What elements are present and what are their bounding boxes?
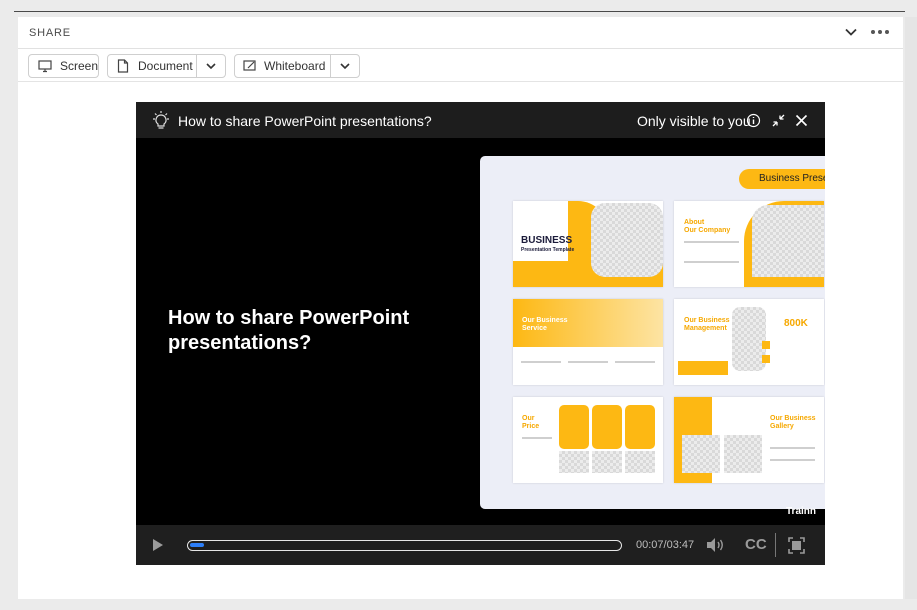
captions-button[interactable]: CC bbox=[745, 536, 767, 553]
slide-thumbnail: Our Business Service bbox=[513, 299, 663, 385]
slide-title: BUSINESS bbox=[521, 235, 573, 246]
price-card bbox=[592, 405, 622, 449]
visibility-label: Only visible to you bbox=[637, 113, 751, 129]
slide-thumbnail: Our Price bbox=[513, 397, 663, 483]
price-card bbox=[625, 405, 655, 449]
image-placeholder bbox=[752, 205, 824, 277]
more-icon[interactable] bbox=[870, 24, 890, 40]
slide-title: Our bbox=[522, 415, 535, 422]
chevron-down-icon bbox=[340, 63, 350, 70]
whiteboard-button[interactable]: Whiteboard bbox=[235, 55, 330, 77]
top-divider bbox=[14, 11, 905, 12]
image-placeholder bbox=[592, 451, 622, 473]
slide-thumbnail: Our Business Gallery bbox=[674, 397, 824, 483]
video-overlay-title: How to share PowerPoint presentations? bbox=[168, 307, 410, 354]
image-placeholder bbox=[559, 451, 589, 473]
slide-title: Our Business bbox=[684, 317, 730, 324]
image-placeholder bbox=[724, 435, 762, 473]
image-placeholder bbox=[625, 451, 655, 473]
time-display: 00:07/03:47 bbox=[636, 539, 695, 551]
document-icon bbox=[117, 59, 129, 73]
slide-accent bbox=[678, 361, 728, 375]
document-label: Document bbox=[138, 59, 193, 73]
slide-thumbnail: Our Business Management 800K bbox=[674, 299, 824, 385]
controls-divider bbox=[775, 533, 776, 557]
brand-watermark: Trainn bbox=[786, 506, 817, 517]
whiteboard-dropdown-button[interactable] bbox=[331, 55, 359, 77]
video-controls: 00:07/03:47 CC bbox=[136, 525, 825, 565]
document-dropdown-button[interactable] bbox=[197, 55, 225, 77]
text-lines bbox=[770, 459, 815, 461]
presentation-pill: Business Prese bbox=[739, 169, 825, 189]
screen-label: Screen bbox=[60, 59, 99, 73]
seek-progress bbox=[190, 543, 204, 547]
video-player[interactable]: How to share PowerPoint presentations? O… bbox=[136, 102, 825, 565]
slide-title: Our Business bbox=[770, 415, 816, 422]
image-placeholder bbox=[591, 203, 663, 277]
text-lines bbox=[522, 437, 552, 439]
video-title-bar: How to share PowerPoint presentations? O… bbox=[136, 102, 825, 138]
slide-title: Our Business bbox=[522, 317, 568, 324]
slide-thumbnail: BUSINESS Presentation Template bbox=[513, 201, 663, 287]
text-lines bbox=[521, 361, 561, 363]
slide-title: Gallery bbox=[770, 423, 794, 430]
price-card bbox=[559, 405, 589, 449]
play-icon[interactable] bbox=[152, 538, 164, 552]
text-lines bbox=[684, 261, 739, 263]
collapse-icon[interactable] bbox=[771, 113, 786, 128]
seek-bar[interactable] bbox=[187, 540, 622, 551]
volume-icon[interactable] bbox=[705, 536, 725, 554]
slide-title: Price bbox=[522, 423, 540, 430]
slide-accent bbox=[762, 341, 770, 349]
screen-button[interactable]: Screen bbox=[28, 54, 99, 78]
panel-title: SHARE bbox=[29, 27, 71, 39]
lightbulb-icon bbox=[153, 111, 169, 129]
whiteboard-label: Whiteboard bbox=[264, 59, 326, 73]
right-scroll-track[interactable] bbox=[905, 17, 917, 599]
slide-title: Management bbox=[684, 325, 727, 332]
text-lines bbox=[615, 361, 655, 363]
slide-title: About bbox=[684, 219, 705, 226]
text-lines bbox=[684, 241, 739, 243]
monitor-icon bbox=[38, 60, 52, 73]
slide-title: Our Company bbox=[684, 227, 731, 234]
text-lines bbox=[770, 447, 815, 449]
slide-accent bbox=[762, 355, 770, 363]
video-title: How to share PowerPoint presentations? bbox=[178, 113, 432, 129]
image-placeholder bbox=[682, 435, 720, 473]
slide-subtitle: Presentation Template bbox=[521, 247, 575, 253]
whiteboard-button-group: Whiteboard bbox=[234, 54, 360, 78]
close-icon[interactable] bbox=[795, 114, 808, 127]
image-placeholder bbox=[732, 307, 766, 371]
info-icon[interactable] bbox=[746, 113, 761, 128]
slide-stat: 800K bbox=[784, 318, 808, 329]
whiteboard-icon bbox=[243, 60, 256, 71]
share-toolbar: Screen Document Whiteboard bbox=[18, 50, 903, 82]
panel-header: SHARE bbox=[18, 17, 903, 49]
slide-title: Service bbox=[522, 325, 547, 332]
document-button[interactable]: Document bbox=[108, 55, 196, 77]
text-lines bbox=[568, 361, 608, 363]
chevron-down-icon[interactable] bbox=[844, 25, 858, 39]
fullscreen-icon[interactable] bbox=[788, 537, 805, 554]
chevron-down-icon bbox=[206, 63, 216, 70]
slide-thumbnail: About Our Company bbox=[674, 201, 824, 287]
document-button-group: Document bbox=[107, 54, 226, 78]
presentation-thumbnail: Business Prese BUSINESS Presentation Tem… bbox=[480, 156, 825, 509]
